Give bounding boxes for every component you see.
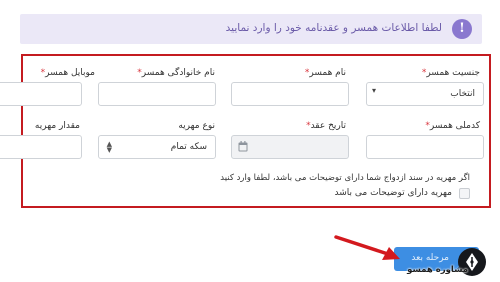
spouse-name-input[interactable] — [231, 82, 349, 106]
dowry-note: اگر مهریه در سند ازدواج شما دارای توضیحا… — [220, 173, 470, 183]
calendar-icon — [238, 141, 248, 152]
spouse-gender-label: جنسیت همسر* — [421, 68, 480, 78]
spouse-mobile-input[interactable] — [0, 82, 82, 106]
watermark-text: مشاوره همسو — [407, 265, 468, 275]
dowry-amount-input[interactable] — [0, 135, 82, 159]
info-banner: ! لطفا اطلاعات همسر و عقدنامه خود را وار… — [20, 14, 482, 44]
watermark-logo: مشاوره همسو — [407, 248, 486, 280]
marriage-date-input[interactable] — [231, 135, 349, 159]
spouse-mobile-label: موبایل همسر* — [40, 68, 95, 78]
dowry-type-label: نوع مهریه — [178, 121, 215, 131]
dowry-type-select[interactable]: سکه تمام ▲ ▼ — [98, 135, 216, 159]
spouse-family-input[interactable] — [98, 82, 216, 106]
chevron-down-icon: ▾ — [372, 86, 377, 95]
spouse-national-code-input[interactable] — [366, 135, 484, 159]
spouse-national-code-label: کدملی همسر* — [425, 121, 480, 131]
info-message: لطفا اطلاعات همسر و عقدنامه خود را وارد … — [225, 22, 442, 34]
dowry-description-label: مهریه دارای توضیحات می باشد — [334, 188, 452, 198]
spouse-family-label: نام خانوادگی همسر* — [137, 68, 215, 78]
annotation-arrow-icon — [334, 235, 400, 260]
dowry-amount-label: مقدار مهریه — [34, 121, 80, 131]
spouse-name-label: نام همسر* — [304, 68, 346, 78]
dowry-description-checkbox[interactable] — [459, 188, 470, 199]
info-icon: ! — [452, 19, 472, 39]
spouse-gender-select[interactable]: انتخاب ▾ — [366, 82, 484, 106]
up-down-arrows-icon: ▲ ▼ — [106, 140, 112, 154]
marriage-date-label: تاریخ عقد* — [306, 121, 346, 131]
dowry-description-checkbox-row[interactable]: مهریه دارای توضیحات می باشد — [310, 187, 470, 201]
